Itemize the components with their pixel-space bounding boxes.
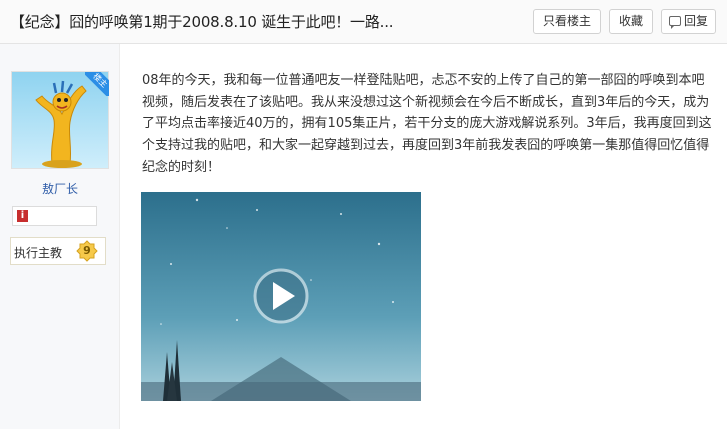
level-number: 9	[83, 244, 91, 257]
favorite-button[interactable]: 收藏	[609, 9, 653, 34]
reply-icon	[668, 16, 681, 29]
reply-button-label: 回复	[683, 14, 708, 28]
only-louzhu-button[interactable]: 只看楼主	[533, 9, 601, 34]
username[interactable]: 敖厂长	[0, 180, 120, 197]
video-player[interactable]	[141, 192, 421, 401]
post-title: 【纪念】囧的呼唤第1期于2008.8.10 诞生于此吧！一路...	[10, 13, 394, 31]
info-icon: i	[17, 210, 28, 222]
post-header: 【纪念】囧的呼唤第1期于2008.8.10 诞生于此吧！一路... 只看楼主 收…	[0, 0, 727, 44]
user-info-box[interactable]: i	[12, 206, 97, 226]
reply-button[interactable]: 回复	[661, 9, 716, 34]
video-thumbnail	[141, 192, 421, 401]
louzhu-badge: 楼主	[85, 72, 109, 96]
level-title: 执行主教	[14, 246, 63, 260]
louzhu-badge-label: 楼主	[85, 72, 109, 96]
post-body: 08年的今天，我和每一位普通吧友一样登陆贴吧，忐忑不安的上传了自己的第一部囧的呼…	[142, 73, 712, 175]
level-badge: 9	[76, 240, 98, 262]
user-level-box[interactable]: 执行主教 9	[10, 237, 106, 265]
author-sidebar: 楼主 敖厂长 i 执行主教 9	[0, 44, 120, 429]
